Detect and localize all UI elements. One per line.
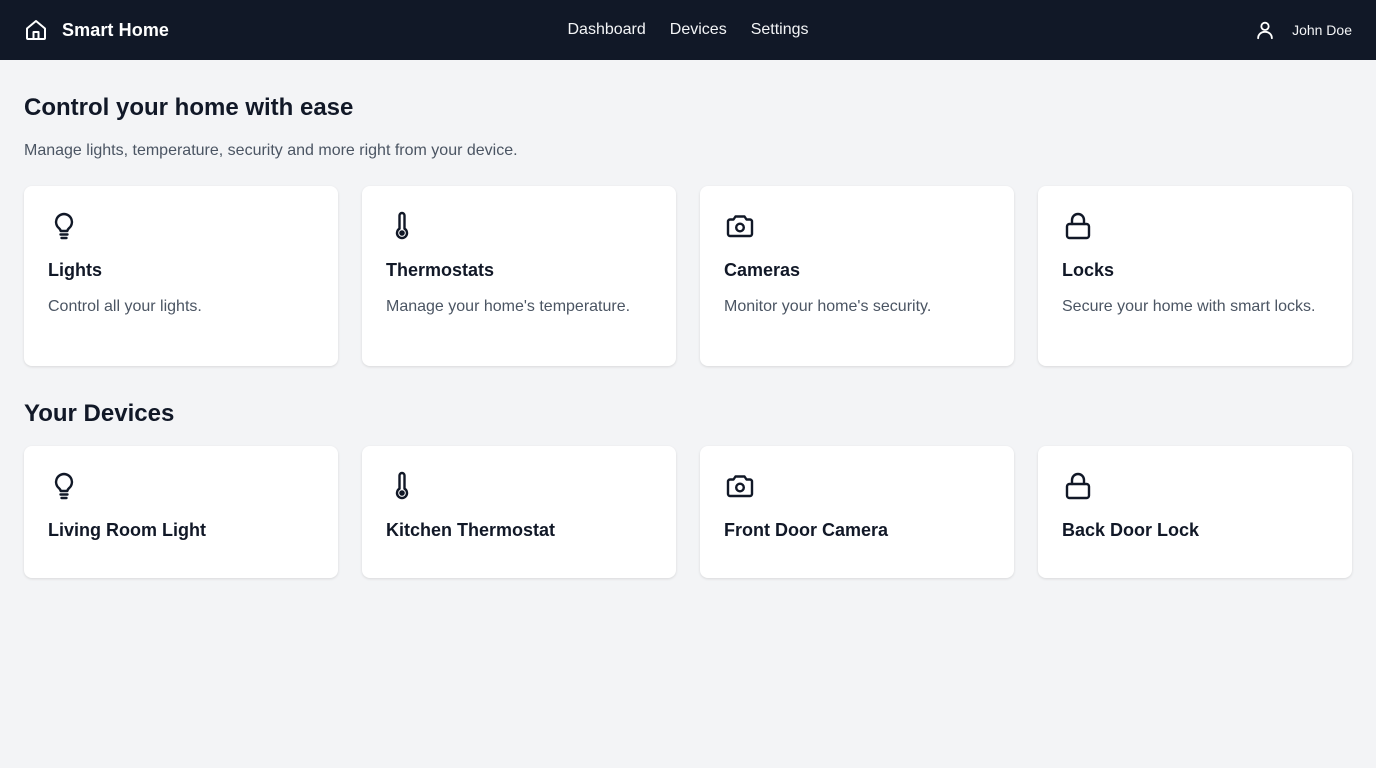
brand-home-link[interactable]: Smart Home — [24, 18, 169, 42]
device-name: Kitchen Thermostat — [386, 520, 556, 540]
devices-section-title: Your Devices — [24, 400, 175, 427]
feature-description: Monitor your home's security. — [724, 298, 932, 315]
lock-icon — [1065, 212, 1091, 240]
feature-description: Secure your home with smart locks. — [1062, 298, 1316, 315]
camera-icon — [726, 475, 754, 498]
nav-devices-link[interactable]: Devices — [670, 21, 727, 39]
lightbulb-icon — [54, 212, 74, 240]
device-card-kitchen-thermostat[interactable]: Kitchen Thermostat — [362, 446, 676, 578]
device-card-living-room-light[interactable]: Living Room Light — [24, 446, 338, 578]
feature-grid: Lights Control all your lights. Thermost… — [24, 186, 1352, 366]
main-content: Control your home with ease Manage light… — [0, 94, 1376, 578]
camera-icon — [726, 215, 754, 238]
device-card-back-door-lock[interactable]: Back Door Lock — [1038, 446, 1352, 578]
device-name: Front Door Camera — [724, 520, 889, 540]
feature-card-thermostats[interactable]: Thermostats Manage your home's temperatu… — [362, 186, 676, 366]
device-name: Back Door Lock — [1062, 520, 1200, 540]
thermometer-icon — [395, 471, 409, 500]
thermometer-icon — [395, 211, 409, 240]
hero-subtitle: Manage lights, temperature, security and… — [24, 142, 518, 159]
home-icon — [26, 20, 46, 40]
feature-card-lights[interactable]: Lights Control all your lights. — [24, 186, 338, 366]
main-nav: Dashboard Devices Settings — [568, 21, 809, 39]
feature-card-cameras[interactable]: Cameras Monitor your home's security. — [700, 186, 1014, 366]
device-grid: Living Room Light Kitchen Thermostat Fro… — [24, 446, 1352, 578]
feature-title: Cameras — [724, 260, 801, 280]
feature-description: Manage your home's temperature. — [386, 298, 631, 315]
hero-title: Control your home with ease — [24, 94, 354, 121]
feature-title: Thermostats — [386, 260, 495, 280]
feature-title: Locks — [1062, 260, 1115, 280]
nav-dashboard-link[interactable]: Dashboard — [568, 21, 646, 39]
top-navbar: Smart Home Dashboard Devices Settings Jo… — [0, 0, 1376, 60]
feature-title: Lights — [48, 260, 102, 280]
lightbulb-icon — [54, 472, 74, 500]
app-title: Smart Home — [62, 19, 170, 40]
nav-settings-link[interactable]: Settings — [751, 21, 809, 39]
feature-card-locks[interactable]: Locks Secure your home with smart locks. — [1038, 186, 1352, 366]
device-card-front-door-camera[interactable]: Front Door Camera — [700, 446, 1014, 578]
feature-description: Control all your lights. — [48, 298, 202, 315]
device-name: Living Room Light — [48, 520, 206, 540]
user-icon — [1257, 21, 1273, 40]
lock-icon — [1065, 472, 1091, 500]
user-name: John Doe — [1292, 22, 1352, 38]
user-menu[interactable]: John Doe — [1254, 19, 1352, 41]
